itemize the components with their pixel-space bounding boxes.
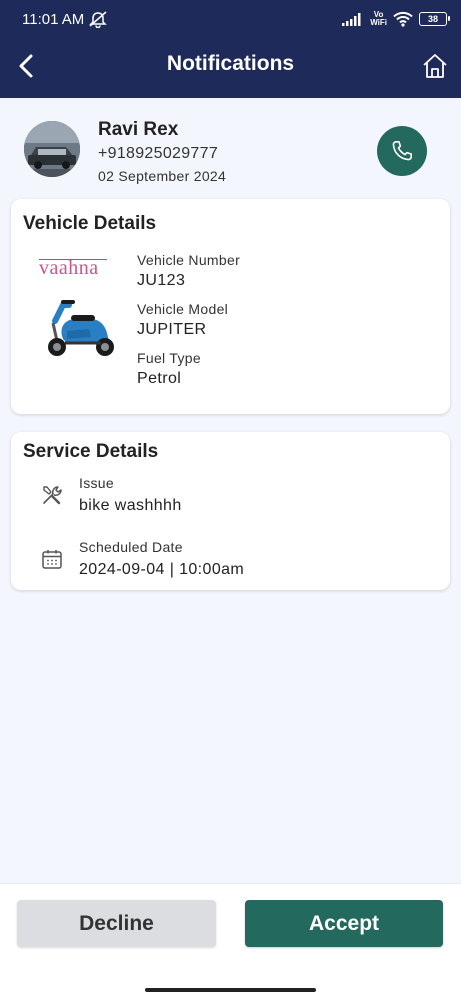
- status-time: 11:01 AM: [22, 11, 85, 28]
- decline-button[interactable]: Decline: [17, 900, 216, 947]
- signal-icon: [342, 13, 361, 26]
- vehicle-number-value: JU123: [137, 272, 186, 289]
- mute-icon: [89, 11, 107, 28]
- app-header: 11:01 AM Vo WiFi 38 Notifications: [0, 0, 461, 98]
- battery-icon: 38: [419, 12, 450, 26]
- home-button[interactable]: [421, 52, 449, 80]
- vehicle-model-label: Vehicle Model: [137, 301, 229, 317]
- vehicle-number-label: Vehicle Number: [137, 252, 241, 268]
- volte-indicator: Vo WiFi: [370, 11, 387, 27]
- accept-button[interactable]: Accept: [245, 900, 443, 947]
- avatar: [24, 121, 80, 177]
- calendar-icon: [42, 550, 62, 569]
- scheduled-date-label: Scheduled Date: [79, 539, 183, 555]
- fuel-type-label: Fuel Type: [137, 350, 201, 366]
- notification-date: 02 September 2024: [98, 168, 227, 184]
- customer-name: Ravi Rex: [98, 119, 179, 140]
- status-bar: 11:01 AM Vo WiFi 38: [0, 0, 461, 38]
- battery-level: 38: [427, 14, 438, 24]
- brand-logo-underline: [39, 259, 107, 260]
- brand-logo: vaahna: [39, 257, 99, 279]
- scheduled-date-value: 2024-09-04 | 10:00am: [79, 561, 245, 578]
- vehicle-model-value: JUPITER: [137, 321, 207, 338]
- vehicle-details-card: Vehicle Details vaahna Vehicle Number JU…: [11, 199, 450, 414]
- volte-bottom: WiFi: [370, 18, 387, 27]
- car-photo: [24, 121, 80, 177]
- wifi-icon: [393, 11, 413, 27]
- call-button[interactable]: [377, 126, 427, 176]
- service-details-title: Service Details: [23, 441, 159, 462]
- fuel-type-value: Petrol: [137, 370, 182, 387]
- page-title: Notifications: [166, 52, 295, 75]
- issue-value: bike washhhh: [79, 497, 182, 514]
- customer-phone: +918925029777: [98, 145, 219, 162]
- issue-label: Issue: [79, 475, 114, 491]
- phone-icon: [392, 140, 413, 161]
- scooter-image: [48, 300, 114, 356]
- tools-icon: [43, 486, 62, 505]
- home-indicator[interactable]: [145, 988, 316, 992]
- vehicle-details-title: Vehicle Details: [23, 213, 157, 234]
- service-details-card: Service Details Issue bike washhhh Sched…: [11, 432, 450, 590]
- status-icons: Vo WiFi 38: [342, 9, 450, 29]
